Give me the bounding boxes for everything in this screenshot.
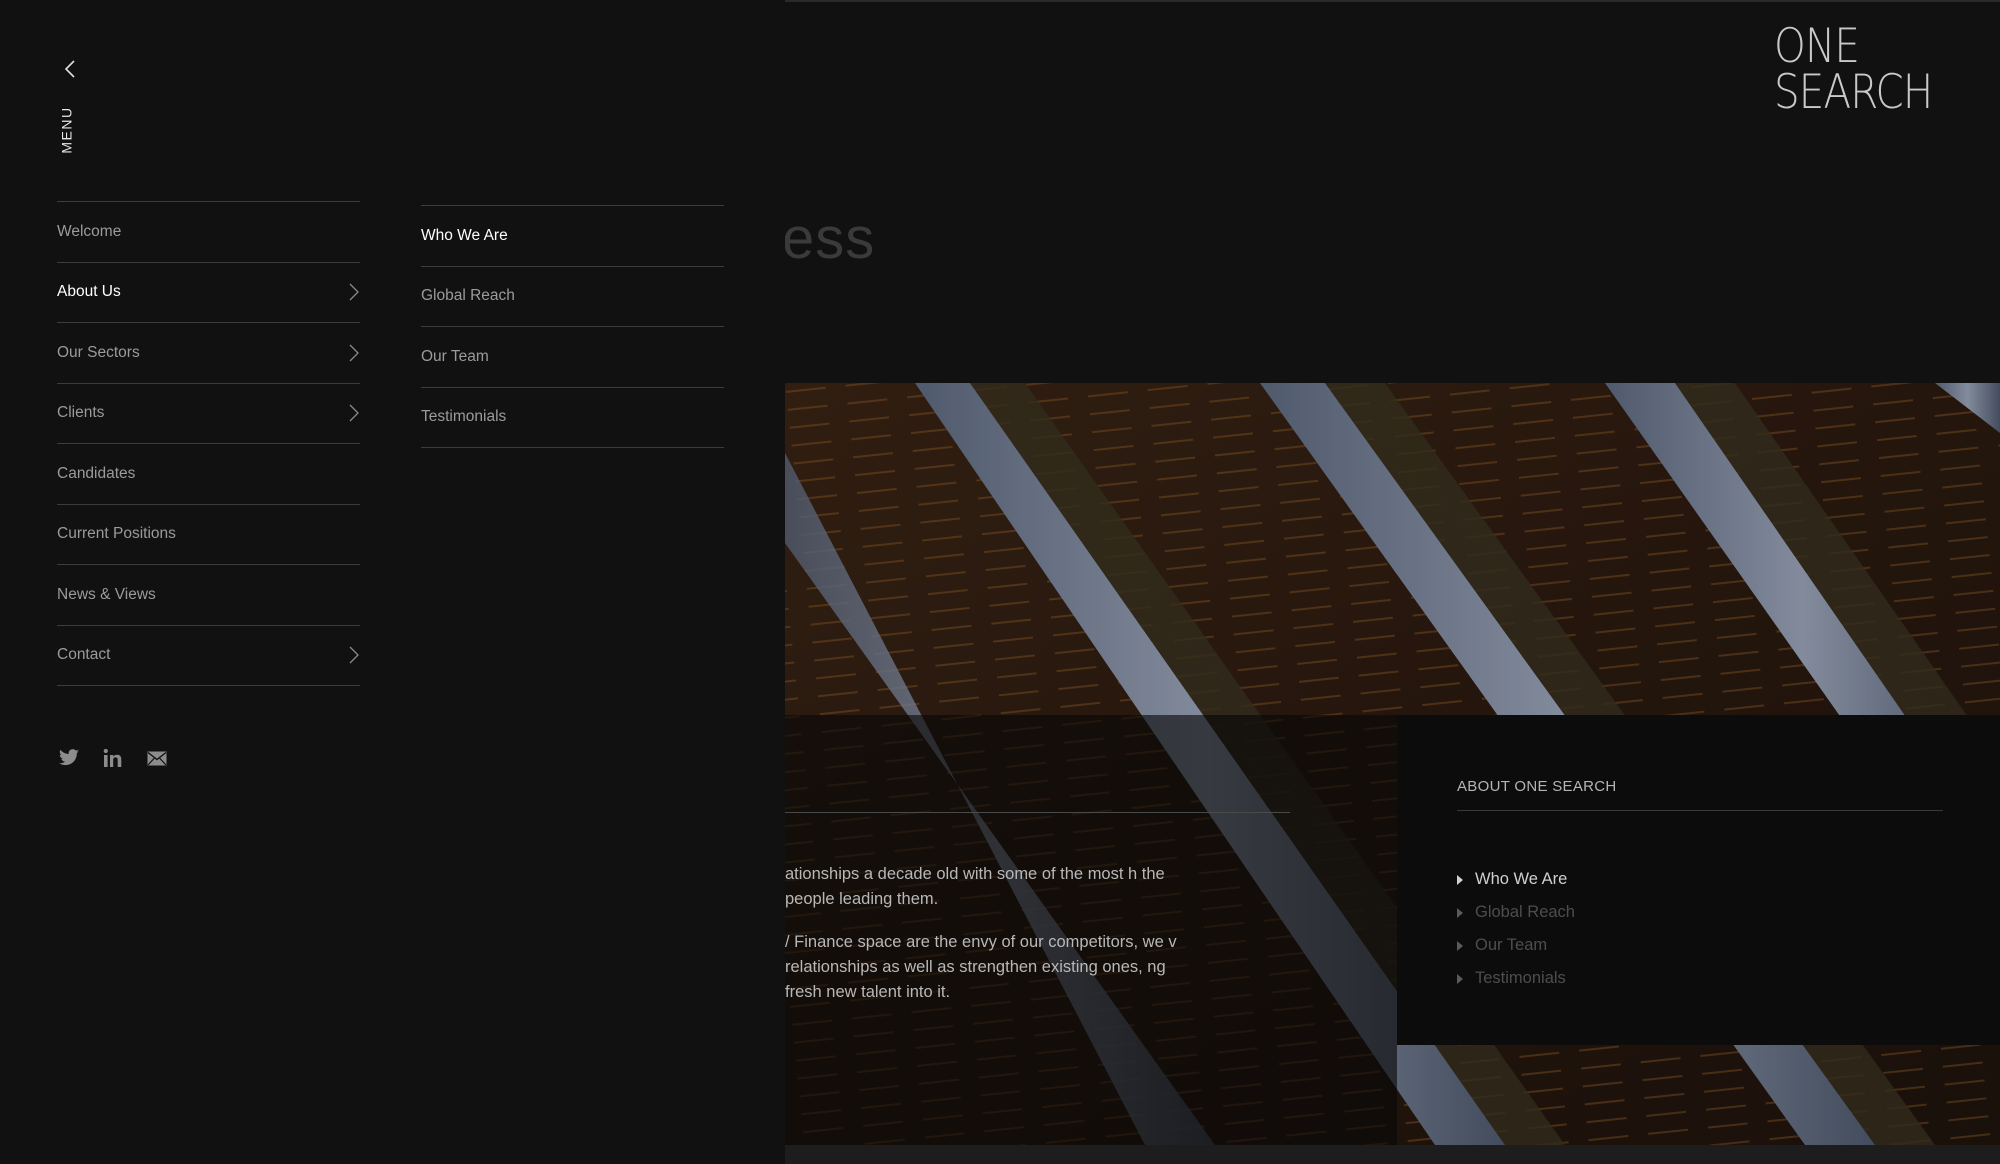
about-item-testimonials[interactable]: Testimonials	[1457, 962, 1575, 995]
chevron-right-icon	[348, 403, 360, 423]
subnav-item-label: Global Reach	[421, 287, 515, 305]
about-item-label: Global Reach	[1475, 903, 1575, 921]
about-item-label: Testimonials	[1475, 969, 1566, 987]
nav-item-news-views[interactable]: News & Views	[57, 565, 360, 626]
nav-item-label: About Us	[57, 283, 121, 301]
logo-line-two: SEARCH	[1774, 65, 1933, 120]
primary-nav: Welcome About Us Our Sectors Clients Can…	[57, 201, 360, 686]
subnav-item-label: Our Team	[421, 347, 489, 365]
social-links	[57, 746, 169, 770]
nav-item-current-positions[interactable]: Current Positions	[57, 505, 360, 565]
subnav-item-testimonials[interactable]: Testimonials	[421, 388, 724, 448]
nav-item-label: News & Views	[57, 585, 156, 603]
subnav-item-who-we-are[interactable]: Who We Are	[421, 206, 724, 267]
caret-right-icon	[1457, 973, 1463, 984]
chevron-right-icon	[348, 343, 360, 363]
about-item-label: Who We Are	[1475, 870, 1568, 888]
nav-item-label: Our Sectors	[57, 343, 140, 361]
twitter-icon[interactable]	[57, 746, 81, 770]
subnav-item-our-team[interactable]: Our Team	[421, 327, 724, 388]
nav-item-label: Candidates	[57, 464, 136, 482]
subnav-item-label: Testimonials	[421, 408, 507, 426]
body-paragraph: ationships a decade old with some of the…	[785, 865, 1165, 908]
nav-item-candidates[interactable]: Candidates	[57, 444, 360, 505]
nav-item-welcome[interactable]: Welcome	[57, 202, 360, 263]
about-panel-list: Who We Are Global Reach Our Team Testimo…	[1457, 863, 1575, 995]
subnav-item-global-reach[interactable]: Global Reach	[421, 267, 724, 327]
nav-item-contact[interactable]: Contact	[57, 626, 360, 686]
body-paragraph: / Finance space are the envy of our comp…	[785, 933, 1177, 1001]
divider	[1457, 810, 1943, 811]
menu-label: MENU	[59, 106, 76, 154]
subnav-item-label: Who We Are	[421, 226, 508, 244]
about-sidebar-panel: ABOUT ONE SEARCH Who We Are Global Reach…	[1397, 715, 2000, 1045]
about-item-who-we-are[interactable]: Who We Are	[1457, 863, 1575, 896]
about-panel-title: ABOUT ONE SEARCH	[1457, 778, 1617, 795]
caret-right-icon	[1457, 874, 1463, 885]
nav-item-clients[interactable]: Clients	[57, 384, 360, 444]
nav-item-label: Welcome	[57, 222, 122, 240]
divider	[785, 812, 1290, 813]
nav-item-about-us[interactable]: About Us	[57, 263, 360, 323]
nav-item-our-sectors[interactable]: Our Sectors	[57, 323, 360, 384]
nav-item-label: Current Positions	[57, 525, 176, 543]
about-item-our-team[interactable]: Our Team	[1457, 929, 1575, 962]
caret-right-icon	[1457, 907, 1463, 918]
nav-item-label: Clients	[57, 404, 105, 422]
menu-close-button[interactable]	[58, 57, 82, 81]
chevron-right-icon	[348, 645, 360, 665]
linkedin-icon[interactable]	[101, 746, 125, 770]
page-bottom-bar	[785, 1145, 2000, 1164]
about-item-label: Our Team	[1475, 936, 1548, 954]
chevron-left-icon	[64, 60, 75, 78]
about-item-global-reach[interactable]: Global Reach	[1457, 896, 1575, 929]
page-heading: ess	[782, 206, 876, 271]
caret-right-icon	[1457, 940, 1463, 951]
email-icon[interactable]	[145, 746, 169, 770]
nav-item-label: Contact	[57, 646, 111, 664]
menu-overlay: MENU Welcome About Us Our Sectors Client…	[0, 0, 785, 1164]
submenu-about-us: Who We Are Global Reach Our Team Testimo…	[421, 205, 724, 448]
logo-line-one: ONE	[1774, 19, 1860, 74]
chevron-right-icon	[348, 282, 360, 302]
brand-logo[interactable]: ONE SEARCH	[1774, 19, 1954, 120]
